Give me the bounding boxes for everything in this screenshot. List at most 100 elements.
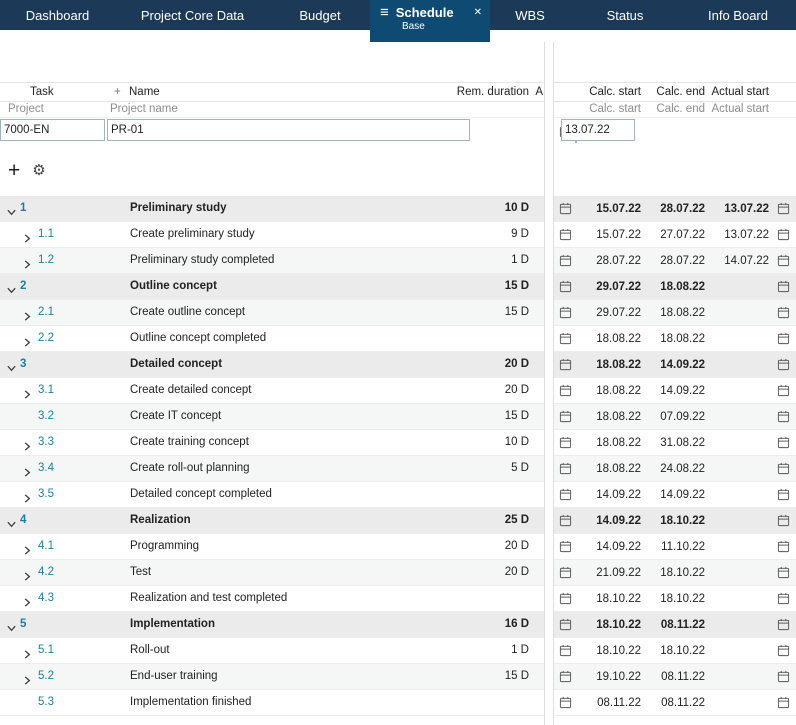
project-id-input[interactable] [0,119,105,141]
calendar-icon[interactable] [556,592,575,605]
tab-project-core-data[interactable]: Project Core Data [115,0,270,30]
tab-schedule[interactable]: ≡ Schedule ✕ Base [370,0,490,42]
calendar-icon[interactable] [769,618,796,631]
col-name[interactable]: Name [129,83,160,102]
date-row[interactable]: 18.08.22 18.08.22 [554,326,796,352]
task-row[interactable]: 5.1 Roll-out 1 D [0,638,544,664]
calendar-icon[interactable] [556,540,575,553]
calendar-icon[interactable] [556,618,575,631]
date-row[interactable]: 14.09.22 14.09.22 [554,482,796,508]
col-calc-end[interactable]: Calc. end [641,83,705,102]
task-row[interactable]: 2.2 Outline concept completed [0,326,544,352]
calendar-icon[interactable] [556,566,575,579]
project-name-input[interactable] [107,119,470,141]
calendar-icon[interactable] [769,566,796,579]
tab-info-board[interactable]: Info Board [680,0,796,30]
calendar-icon[interactable] [769,202,796,215]
calendar-icon[interactable] [769,540,796,553]
calendar-icon[interactable] [556,332,575,345]
calendar-icon[interactable] [556,462,575,475]
calendar-icon[interactable] [556,202,575,215]
calendar-icon[interactable] [556,254,575,267]
date-row[interactable]: 14.09.22 18.10.22 [554,508,796,534]
date-row[interactable]: 19.10.22 08.11.22 [554,664,796,690]
tab-status[interactable]: Status [570,0,680,30]
calendar-icon[interactable] [556,228,575,241]
date-row[interactable]: 15.07.22 28.07.22 13.07.22 [554,196,796,222]
task-row[interactable]: 3 Detailed concept 20 D [0,352,544,378]
date-row[interactable]: 18.08.22 07.09.22 [554,404,796,430]
date-row[interactable]: 21.09.22 18.10.22 [554,560,796,586]
actual-start-input[interactable] [561,119,635,141]
calendar-icon[interactable] [769,358,796,371]
task-row[interactable]: 3.1 Create detailed concept 20 D [0,378,544,404]
calendar-icon[interactable] [769,592,796,605]
calendar-icon[interactable] [769,696,796,709]
calendar-icon[interactable] [769,462,796,475]
calendar-icon[interactable] [769,670,796,683]
calendar-icon[interactable] [769,488,796,501]
task-row[interactable]: 2 Outline concept 15 D [0,274,544,300]
task-row[interactable]: 3.5 Detailed concept completed [0,482,544,508]
tab-budget[interactable]: Budget [270,0,370,30]
calendar-icon[interactable] [769,436,796,449]
tab-wbs[interactable]: WBS [490,0,570,30]
task-row[interactable]: 4.3 Realization and test completed [0,586,544,612]
calendar-icon[interactable] [556,514,575,527]
add-task-button[interactable]: + [8,160,20,181]
col-actual-start[interactable]: Actual start [705,83,769,102]
hamburger-icon[interactable]: ≡ [380,5,389,20]
date-row[interactable]: 15.07.22 27.07.22 13.07.22 [554,222,796,248]
date-row[interactable]: 18.10.22 08.11.22 [554,612,796,638]
col-calc-start[interactable]: Calc. start [575,83,641,102]
date-row[interactable]: 18.10.22 18.10.22 [554,638,796,664]
task-row[interactable]: 4 Realization 25 D [0,508,544,534]
date-row[interactable]: 18.08.22 31.08.22 [554,430,796,456]
task-row[interactable]: 5.3 Implementation finished [0,690,544,716]
tab-dashboard[interactable]: Dashboard [0,0,115,30]
calendar-icon[interactable] [769,228,796,241]
date-row[interactable]: 18.08.22 14.09.22 [554,352,796,378]
calendar-icon[interactable] [769,514,796,527]
task-row[interactable]: 3.2 Create IT concept 15 D [0,404,544,430]
close-icon[interactable]: ✕ [464,7,482,18]
task-row[interactable]: 5.2 End-user training 15 D [0,664,544,690]
task-row[interactable]: 1.1 Create preliminary study 9 D [0,222,544,248]
calendar-icon[interactable] [556,670,575,683]
calendar-icon[interactable] [556,306,575,319]
calendar-icon[interactable] [769,280,796,293]
calendar-icon[interactable] [556,358,575,371]
date-row[interactable]: 18.08.22 14.09.22 [554,378,796,404]
calendar-icon[interactable] [556,696,575,709]
calendar-icon[interactable] [556,488,575,501]
calendar-icon[interactable] [769,254,796,267]
task-row[interactable]: 5 Implementation 16 D [0,612,544,638]
col-actual-truncated[interactable]: A [535,83,543,102]
task-row[interactable]: 2.1 Create outline concept 15 D [0,300,544,326]
task-row[interactable]: 3.3 Create training concept 10 D [0,430,544,456]
date-row[interactable]: 18.10.22 18.10.22 [554,586,796,612]
calendar-icon[interactable] [556,644,575,657]
calendar-icon[interactable] [556,410,575,423]
calendar-icon[interactable] [556,280,575,293]
date-row[interactable]: 14.09.22 11.10.22 [554,534,796,560]
calendar-icon[interactable] [556,436,575,449]
date-row[interactable]: 28.07.22 28.07.22 14.07.22 [554,248,796,274]
date-row[interactable]: 08.11.22 08.11.22 [554,690,796,716]
task-row[interactable]: 1.2 Preliminary study completed 1 D [0,248,544,274]
calendar-icon[interactable] [769,306,796,319]
task-row[interactable]: 4.2 Test 20 D [0,560,544,586]
calendar-icon[interactable] [556,384,575,397]
calendar-icon[interactable] [769,644,796,657]
col-task[interactable]: Task [30,83,54,102]
date-row[interactable]: 18.08.22 24.08.22 [554,456,796,482]
settings-gear-icon[interactable]: ⚙ [32,163,45,178]
calendar-icon[interactable] [769,332,796,345]
col-rem-duration[interactable]: Rem. duration [457,83,529,102]
add-column-icon[interactable]: + [114,83,121,102]
calendar-icon[interactable] [769,410,796,423]
date-row[interactable]: 29.07.22 18.08.22 [554,300,796,326]
task-row[interactable]: 3.4 Create roll-out planning 5 D [0,456,544,482]
task-row[interactable]: 4.1 Programming 20 D [0,534,544,560]
date-row[interactable]: 29.07.22 18.08.22 [554,274,796,300]
